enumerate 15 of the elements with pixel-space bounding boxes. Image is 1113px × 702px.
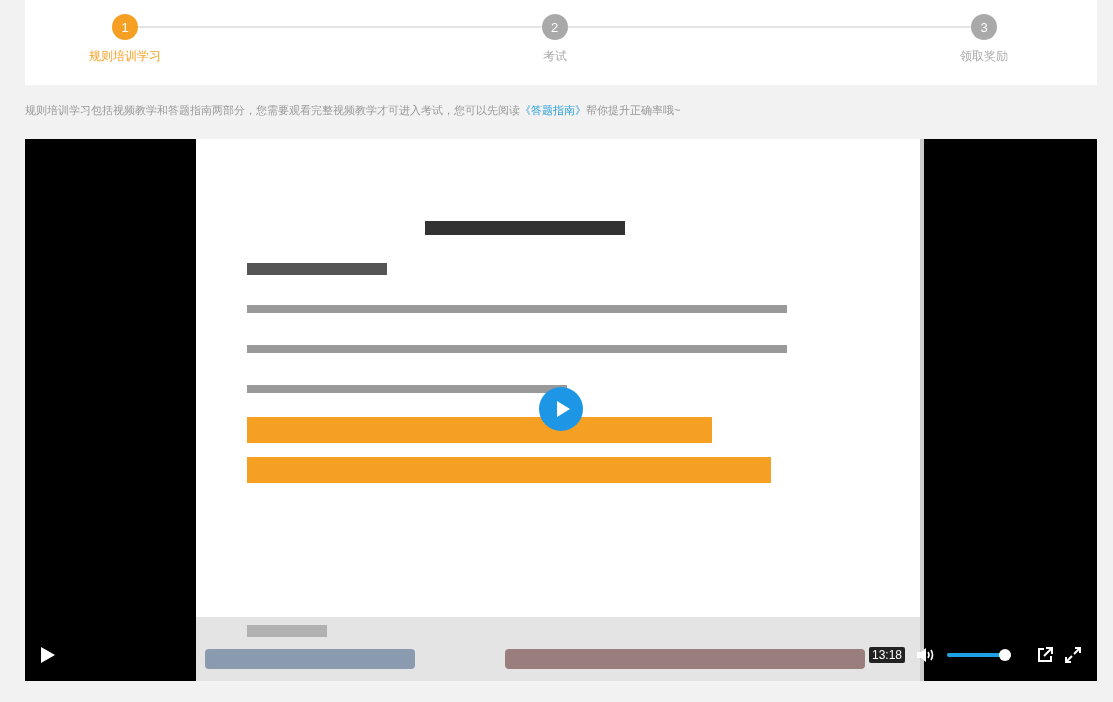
step-number[interactable]: 3: [971, 14, 997, 40]
volume-icon[interactable]: [917, 648, 935, 662]
guide-link[interactable]: 《答题指南》: [520, 104, 586, 116]
intro-text: 规则培训学习包括视频教学和答题指南两部分，您需要观看完整视频教学才可进入考试，您可以先阅读: [25, 104, 520, 116]
step-label[interactable]: 规则培训学习: [89, 48, 161, 65]
volume-slider[interactable]: [947, 649, 1011, 661]
step-number[interactable]: 2: [541, 14, 568, 40]
intro-text: 帮你提升正确率哦~: [586, 104, 681, 116]
step-number[interactable]: 1: [112, 14, 138, 40]
video-time: 13:18: [868, 647, 905, 663]
step-label[interactable]: 考试: [542, 48, 567, 65]
play-icon[interactable]: [41, 647, 55, 663]
fullscreen-icon[interactable]: [1065, 647, 1081, 663]
step-label[interactable]: 领取奖励: [960, 48, 1008, 65]
popout-icon[interactable]: [1037, 647, 1053, 663]
